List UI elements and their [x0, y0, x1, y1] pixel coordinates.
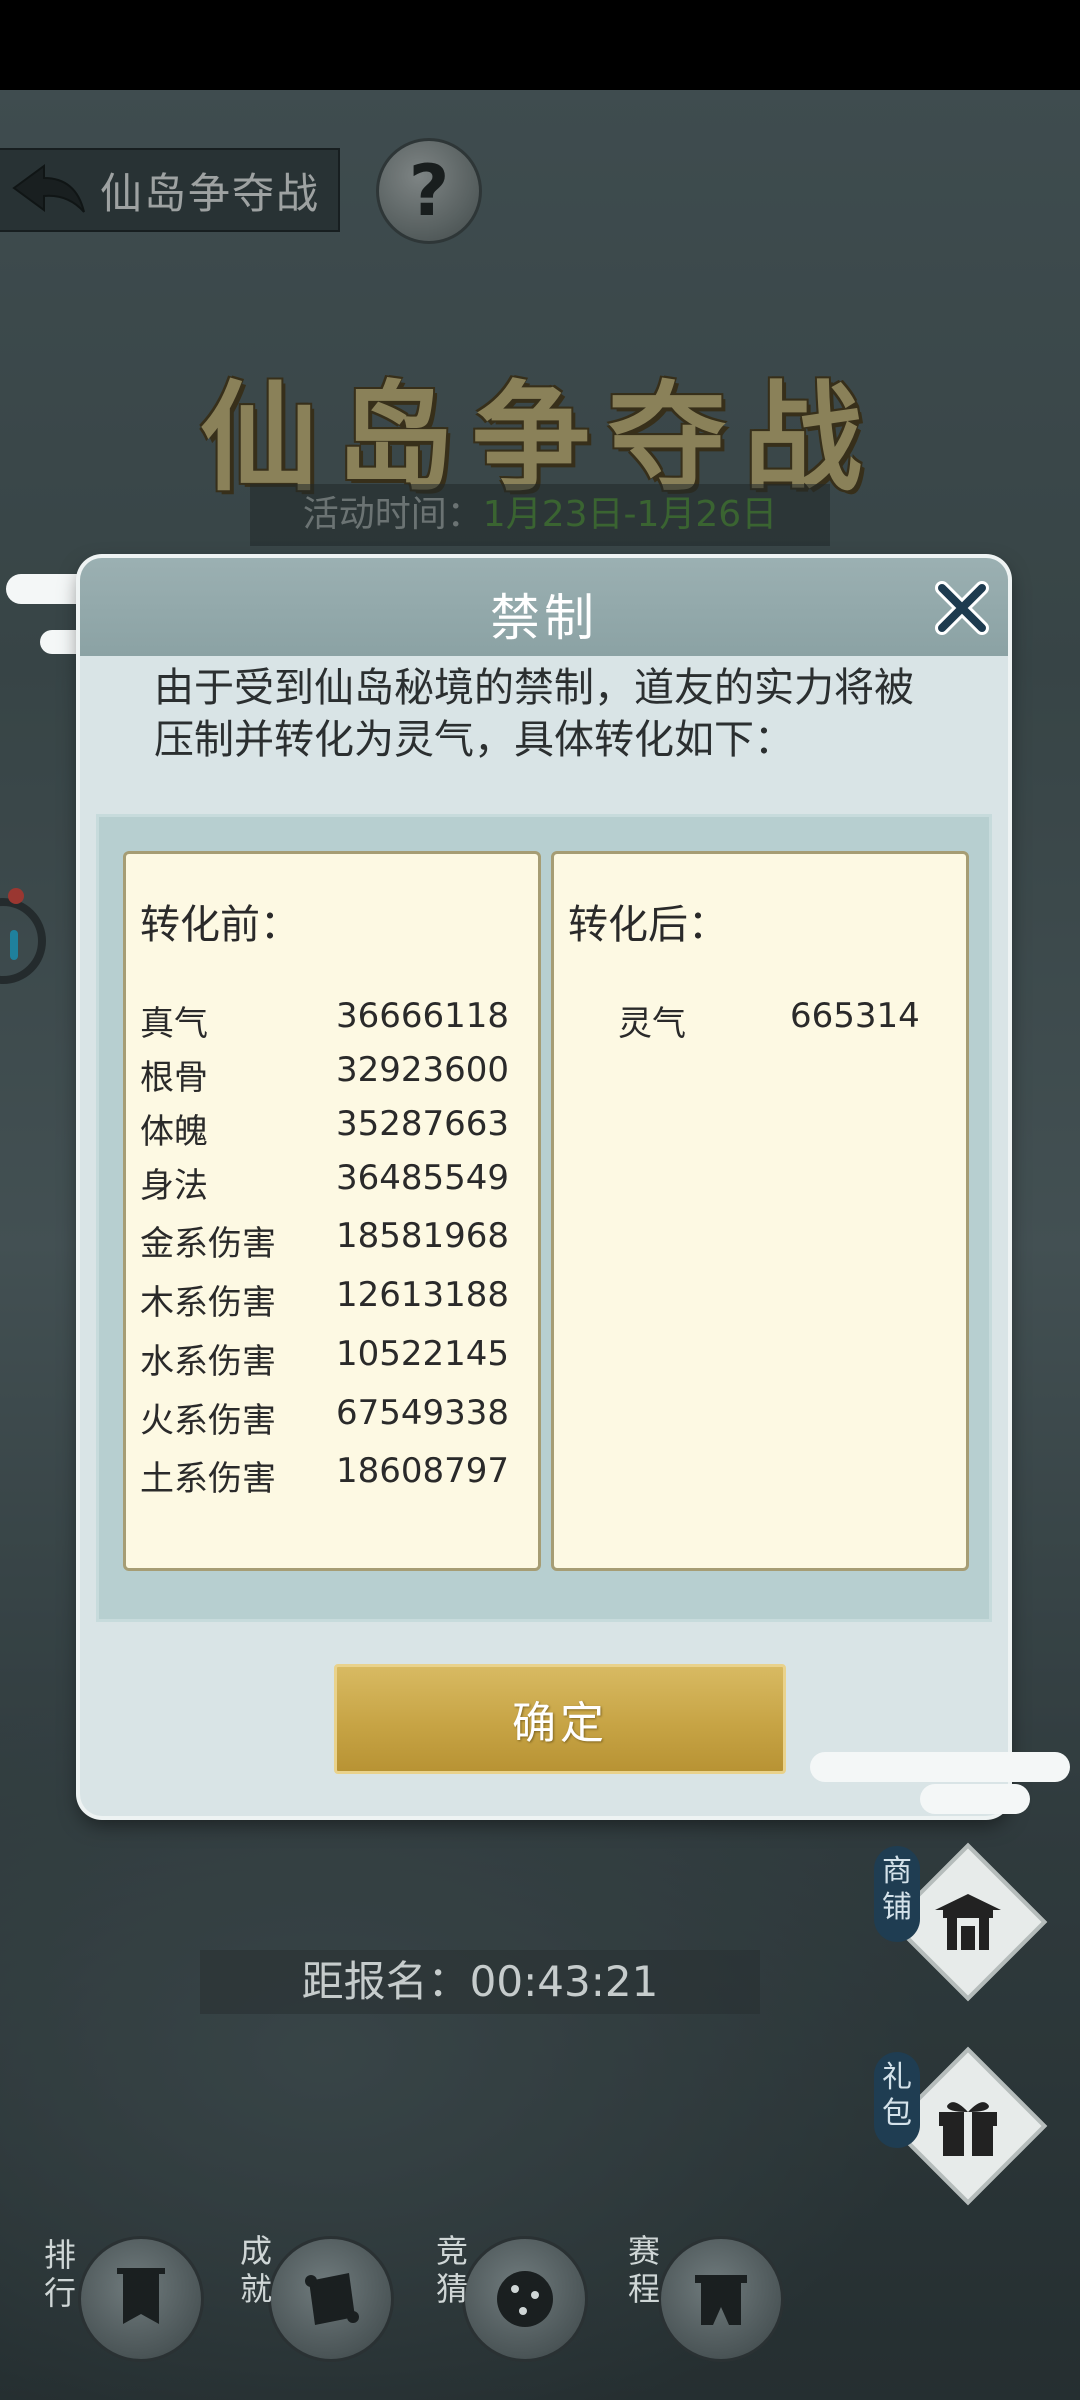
- stat-label: 真气: [140, 1004, 208, 1044]
- rank-button[interactable]: [78, 2236, 204, 2362]
- gate-icon: [695, 2275, 747, 2325]
- schedule-button[interactable]: [658, 2236, 784, 2362]
- close-icon: [935, 581, 989, 635]
- before-panel: 转化前： 真气 36666118 根骨 32923600 体魄 35287663…: [123, 851, 541, 1571]
- register-countdown: 距报名：00:43:21: [200, 1950, 760, 2014]
- stat-value: 18608797: [336, 1451, 510, 1491]
- stat-label: 水系伤害: [140, 1342, 276, 1382]
- cloud-decoration: [920, 1784, 1030, 1814]
- shop-icon[interactable]: [912, 1866, 1024, 1978]
- confirm-button[interactable]: 确定: [334, 1664, 786, 1774]
- schedule-label: 赛程: [627, 2232, 660, 2308]
- dialog-description: 由于受到仙岛秘境的禁制，道友的实力将被压制并转化为灵气，具体转化如下：: [154, 665, 914, 763]
- conversion-table: 转化前： 真气 36666118 根骨 32923600 体魄 35287663…: [96, 814, 992, 1622]
- stat-label: 金系伤害: [140, 1224, 276, 1264]
- restriction-dialog: 禁制 由于受到仙岛秘境的禁制，道友的实力将被压制并转化为灵气，具体转化如下： 转…: [80, 558, 1008, 1816]
- after-panel: 转化后： 灵气 665314: [551, 851, 969, 1571]
- cloud-decoration: [810, 1752, 1070, 1782]
- stat-label: 身法: [140, 1166, 208, 1206]
- stat-value: 67549338: [336, 1393, 510, 1433]
- stat-value: 10522145: [336, 1334, 510, 1374]
- guess-button[interactable]: [462, 2236, 588, 2362]
- status-bar: [0, 0, 1080, 90]
- stat-label: 火系伤害: [140, 1401, 276, 1441]
- stat-label: 灵气: [618, 1004, 686, 1044]
- rank-label: 排行: [43, 2236, 76, 2312]
- shop-label: 商铺: [874, 1846, 920, 1942]
- achievement-label: 成就: [239, 2232, 272, 2308]
- dialog-title: 禁制: [490, 589, 598, 647]
- close-button[interactable]: [932, 578, 992, 638]
- stat-value: 35287663: [336, 1104, 510, 1144]
- stat-value: 665314: [790, 996, 920, 1036]
- gift-icon[interactable]: [912, 2070, 1024, 2182]
- stat-label: 土系伤害: [140, 1459, 276, 1499]
- stat-value: 36666118: [336, 996, 510, 1036]
- after-heading: 转化后：: [568, 902, 728, 948]
- dice-icon: [497, 2271, 553, 2327]
- stat-value: 32923600: [336, 1050, 510, 1090]
- banner-icon: [117, 2268, 165, 2324]
- stat-label: 根骨: [140, 1058, 208, 1098]
- stat-value: 18581968: [336, 1216, 510, 1256]
- stat-value: 12613188: [336, 1275, 510, 1315]
- scroll-icon: [305, 2273, 359, 2325]
- before-heading: 转化前：: [140, 902, 300, 948]
- achievement-button[interactable]: [268, 2236, 394, 2362]
- stat-value: 36485549: [336, 1158, 510, 1198]
- stat-label: 体魄: [140, 1112, 208, 1152]
- stat-label: 木系伤害: [140, 1283, 276, 1323]
- gift-label: 礼包: [874, 2052, 920, 2148]
- guess-label: 竞猜: [435, 2232, 468, 2308]
